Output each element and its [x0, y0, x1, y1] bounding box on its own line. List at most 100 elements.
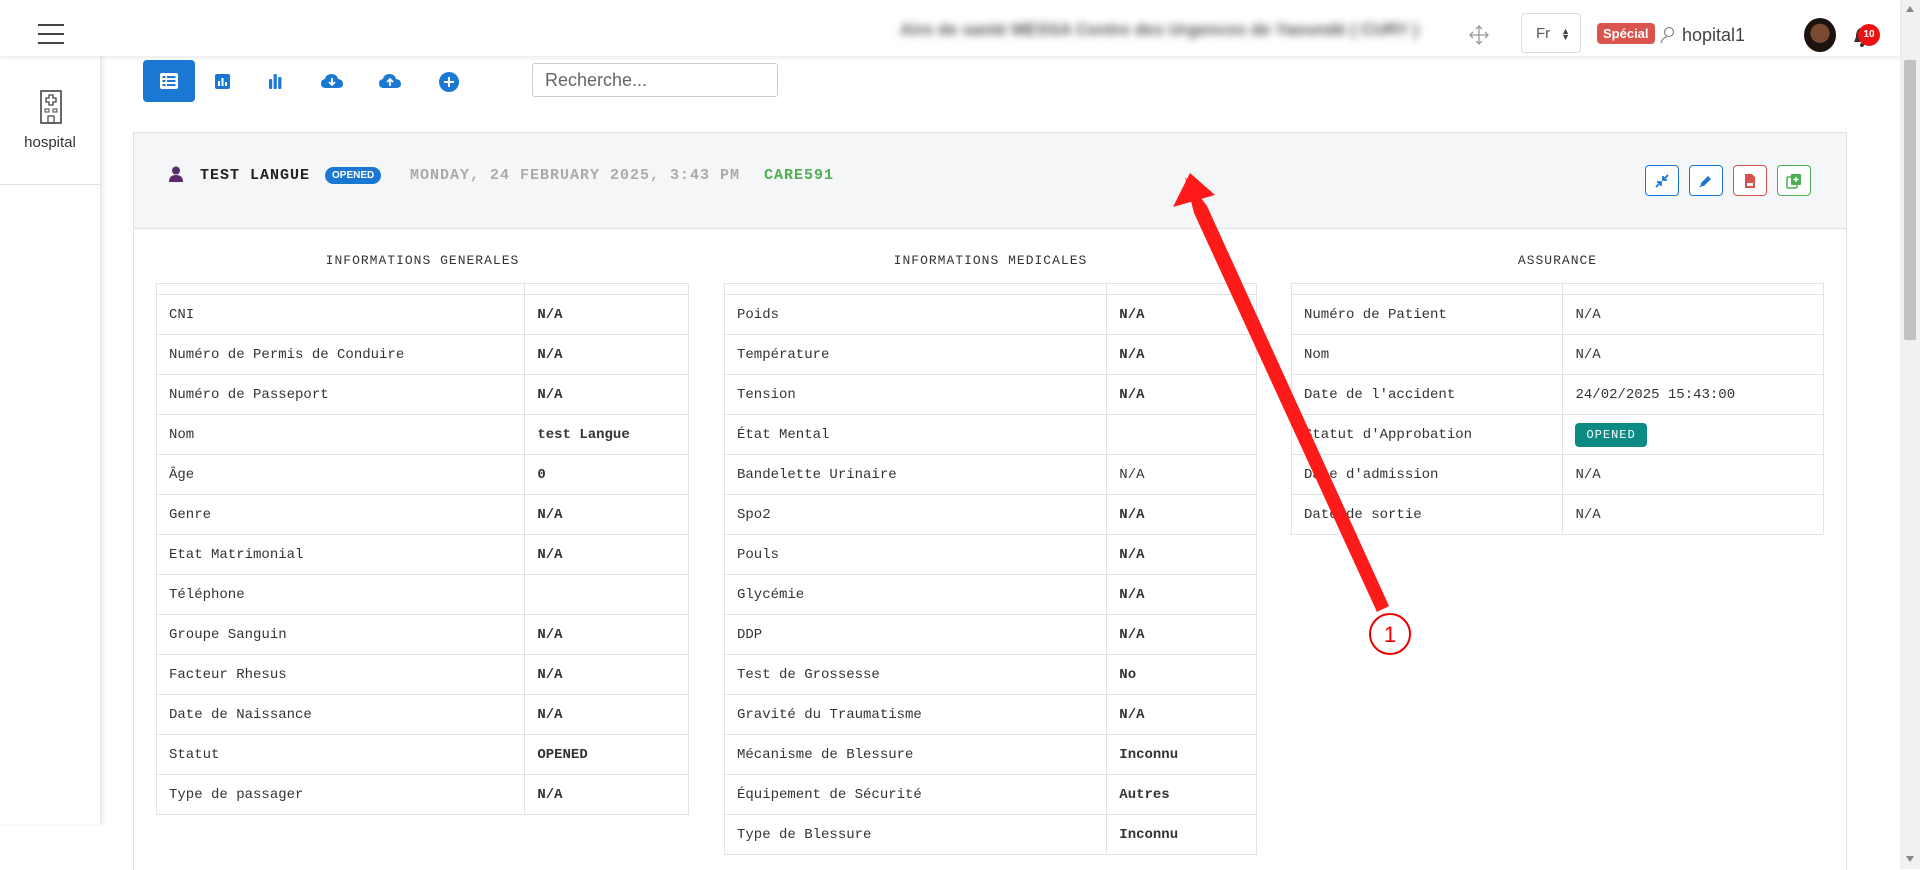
table-row: Statut d'Approbation OPENED — [1290, 414, 1824, 455]
statistics-button[interactable] — [249, 60, 301, 102]
table-row: Numéro de Permis de Conduire N/A — [155, 334, 689, 375]
scroll-up-icon[interactable] — [1906, 6, 1914, 12]
row-label: Spo2 — [723, 494, 1108, 535]
row-value: Inconnu — [1106, 814, 1257, 855]
row-value: N/A — [524, 494, 689, 535]
menu-icon[interactable] — [38, 24, 64, 44]
row-label: Test de Grossesse — [723, 654, 1108, 695]
patient-name[interactable]: TEST LANGUE — [200, 167, 310, 184]
list-view-button[interactable] — [143, 60, 195, 102]
notification-badge: 10 — [1858, 24, 1880, 46]
scroll-thumb[interactable] — [1904, 60, 1916, 340]
table-row: Bandelette Urinaire N/A — [723, 454, 1257, 495]
table-row: Téléphone — [155, 574, 689, 615]
table-row: Nom test Langue — [155, 414, 689, 455]
table-row: Numéro de Passeport N/A — [155, 374, 689, 415]
row-label: Groupe Sanguin — [155, 614, 526, 655]
approval-status-badge: OPENED — [1575, 422, 1647, 447]
row-label: Tension — [723, 374, 1108, 415]
row-value: OPENED — [524, 734, 689, 775]
row-value: N/A — [524, 534, 689, 575]
add-button[interactable] — [422, 60, 474, 102]
row-label: Type de passager — [155, 774, 526, 815]
section-title: INFORMATIONS GENERALES — [325, 253, 520, 268]
section-title: ASSURANCE — [1517, 253, 1598, 268]
table-row: Gravité du Traumatisme N/A — [723, 694, 1257, 735]
sidebar-item-label: hospital — [24, 134, 76, 151]
hospital-icon — [40, 90, 62, 124]
duplicate-button[interactable] — [1777, 165, 1811, 196]
general-info-table: CNI N/A Numéro de Permis de Conduire N/A N… — [155, 283, 689, 815]
table-row: Spo2 N/A — [723, 494, 1257, 535]
row-label: Température — [723, 334, 1108, 375]
table-row: Groupe Sanguin N/A — [155, 614, 689, 655]
pdf-icon — [1745, 174, 1755, 188]
section-title: INFORMATIONS MEDICALES — [893, 253, 1088, 268]
table-row: Date de l'accident 24/02/2025 15:43:00 — [1290, 374, 1824, 415]
table-row: Etat Matrimonial N/A — [155, 534, 689, 575]
row-label: Date d'admission — [1290, 454, 1564, 495]
row-label: Statut — [155, 734, 526, 775]
upload-button[interactable] — [362, 60, 414, 102]
scroll-down-icon[interactable] — [1906, 856, 1914, 862]
row-value: N/A — [1562, 494, 1824, 535]
move-icon[interactable] — [1468, 24, 1490, 46]
row-label: Genre — [155, 494, 526, 535]
list-view-icon — [160, 73, 178, 89]
patient-icon — [169, 166, 183, 182]
sidebar: hospital — [0, 56, 101, 824]
row-label: Pouls — [723, 534, 1108, 575]
row-label: Mécanisme de Blessure — [723, 734, 1108, 775]
bar-chart-icon — [269, 74, 282, 89]
pdf-export-button[interactable] — [1733, 165, 1767, 196]
report-button[interactable] — [196, 60, 248, 102]
search-input[interactable] — [532, 63, 778, 97]
row-label: Facteur Rhesus — [155, 654, 526, 695]
row-value: 24/02/2025 15:43:00 — [1562, 374, 1824, 415]
table-row: Date d'admission N/A — [1290, 454, 1824, 495]
record-header: TEST LANGUE OPENED MONDAY, 24 FEBRUARY 2… — [134, 133, 1846, 229]
row-value: N/A — [524, 654, 689, 695]
row-value: N/A — [1562, 454, 1824, 495]
row-value: N/A — [524, 694, 689, 735]
status-badge: OPENED — [325, 167, 382, 184]
row-value: N/A — [1562, 294, 1824, 335]
report-icon — [215, 74, 230, 89]
row-value: N/A — [1106, 614, 1257, 655]
row-label: Numéro de Patient — [1290, 294, 1564, 335]
table-row: Genre N/A — [155, 494, 689, 535]
sidebar-item-hospital[interactable]: hospital — [0, 72, 100, 185]
collapse-icon — [1655, 174, 1669, 188]
row-value: Autres — [1106, 774, 1257, 815]
row-value: N/A — [1106, 534, 1257, 575]
row-value: N/A — [524, 294, 689, 335]
row-label: Gravité du Traumatisme — [723, 694, 1108, 735]
table-row: Glycémie N/A — [723, 574, 1257, 615]
table-row: Tension N/A — [723, 374, 1257, 415]
row-label: Nom — [155, 414, 526, 455]
row-label: Statut d'Approbation — [1290, 414, 1564, 455]
row-label: Téléphone — [155, 574, 526, 615]
special-badge[interactable]: Spécial — [1597, 23, 1655, 44]
language-select[interactable]: Fr ▲ ▼ — [1521, 13, 1581, 53]
table-row: Test de Grossesse No — [723, 654, 1257, 695]
username[interactable]: hopital1 — [1682, 25, 1745, 46]
row-value: N/A — [1106, 334, 1257, 375]
collapse-button[interactable] — [1645, 165, 1679, 196]
vertical-scrollbar[interactable] — [1900, 0, 1920, 869]
top-navbar: Aire de santé MESSA Centre des Urgences … — [0, 0, 1900, 56]
row-label: Numéro de Permis de Conduire — [155, 334, 526, 375]
table-row: Date de sortie N/A — [1290, 494, 1824, 535]
table-row: Poids N/A — [723, 294, 1257, 335]
table-row: Numéro de Patient N/A — [1290, 294, 1824, 335]
avatar[interactable] — [1804, 18, 1836, 52]
download-button[interactable] — [304, 60, 356, 102]
table-row: Mécanisme de Blessure Inconnu — [723, 734, 1257, 775]
table-row: Date de Naissance N/A — [155, 694, 689, 735]
row-value: N/A — [524, 774, 689, 815]
edit-button[interactable] — [1689, 165, 1723, 196]
row-value — [524, 574, 689, 615]
row-label: Nom — [1290, 334, 1564, 375]
copy-icon — [1786, 174, 1801, 189]
row-value: N/A — [1106, 574, 1257, 615]
